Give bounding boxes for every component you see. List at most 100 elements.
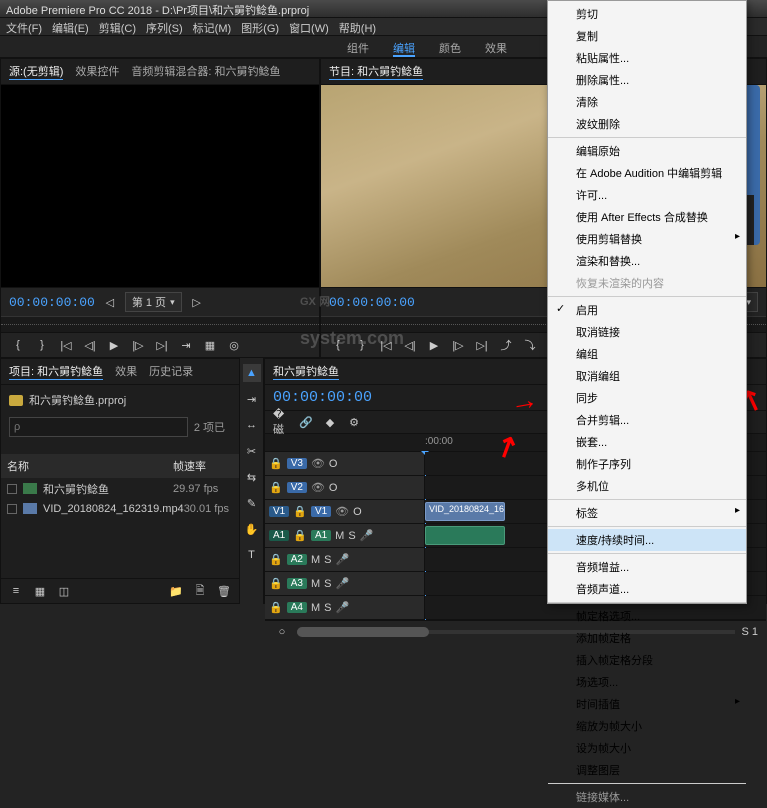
context-menu-item[interactable]: 插入帧定格分段 [548, 649, 746, 671]
mute-button[interactable]: M [311, 578, 320, 590]
context-menu-item[interactable]: 复制 [548, 25, 746, 47]
context-menu-item[interactable]: 波纹删除 [548, 113, 746, 135]
search-input[interactable] [9, 417, 188, 437]
step-back-icon[interactable]: ◁| [81, 337, 99, 353]
page-dropdown[interactable]: 第 1 页 [125, 292, 182, 312]
tab-effect-controls[interactable]: 效果控件 [75, 63, 119, 80]
context-menu-item[interactable]: 取消编组 [548, 365, 746, 387]
mark-in-icon[interactable]: { [329, 337, 347, 353]
program-timecode[interactable]: 00:00:00:00 [329, 295, 415, 310]
context-menu-item[interactable]: 在 Adobe Audition 中编辑剪辑 [548, 162, 746, 184]
context-menu-item[interactable]: 速度/持续时间... [548, 529, 746, 551]
next-page-icon[interactable]: ▷ [188, 294, 206, 310]
context-menu-item[interactable]: 嵌套... [548, 431, 746, 453]
new-bin-icon[interactable]: 📁 [167, 583, 185, 599]
play-icon[interactable]: ▶ [105, 337, 123, 353]
context-menu-item[interactable]: 剪切 [548, 3, 746, 25]
mute-button[interactable]: M [311, 602, 320, 614]
mark-in-icon[interactable]: { [9, 337, 27, 353]
solo-button[interactable]: S [324, 602, 331, 614]
context-menu-item[interactable]: 编辑原始 [548, 140, 746, 162]
lock-icon[interactable]: 🔒 [269, 481, 283, 494]
lock-icon[interactable]: 🔒 [293, 529, 307, 542]
context-menu-item[interactable]: 缩放为帧大小 [548, 715, 746, 737]
zoom-out-icon[interactable]: ○ [273, 624, 291, 640]
tab-audio-mixer[interactable]: 音频剪辑混合器: 和六舅钓鲶鱼 [131, 63, 280, 80]
tab-project[interactable]: 项目: 和六舅钓鲶鱼 [9, 363, 103, 380]
project-row-sequence[interactable]: 和六舅钓鲶鱼 29.97 fps [1, 478, 239, 500]
context-menu-item[interactable]: 同步 [548, 387, 746, 409]
eye-icon[interactable]: 👁 [311, 481, 325, 494]
mic-icon[interactable]: 🎤 [335, 577, 349, 590]
step-fwd-icon[interactable]: |▷ [129, 337, 147, 353]
freeform-view-icon[interactable]: ◫ [55, 583, 73, 599]
step-fwd-icon[interactable]: |▷ [449, 337, 467, 353]
lock-icon[interactable]: 🔒 [269, 457, 283, 470]
menu-marker[interactable]: 标记(M) [193, 20, 232, 33]
tab-history[interactable]: 历史记录 [149, 363, 193, 380]
export-frame-icon[interactable]: ◎ [225, 337, 243, 353]
menu-window[interactable]: 窗口(W) [289, 20, 329, 33]
mark-out-icon[interactable]: } [33, 337, 51, 353]
list-view-icon[interactable]: ≡ [7, 583, 25, 599]
menu-graphics[interactable]: 图形(G) [241, 20, 279, 33]
timeline-timecode[interactable]: 00:00:00:00 [273, 389, 372, 406]
context-menu-item[interactable]: 取消链接 [548, 321, 746, 343]
go-in-icon[interactable]: |◁ [377, 337, 395, 353]
overwrite-icon[interactable]: ▦ [201, 337, 219, 353]
track-label[interactable]: V2 [287, 482, 307, 493]
lock-icon[interactable]: 🔒 [293, 505, 307, 518]
context-menu-item[interactable]: 启用 [548, 299, 746, 321]
track-label[interactable]: V3 [287, 458, 307, 469]
snap-icon[interactable]: �磁 [273, 414, 291, 430]
mute-button[interactable]: M [311, 554, 320, 566]
tab-effects[interactable]: 效果 [115, 363, 137, 380]
video-clip[interactable]: VID_20180824_162 [425, 502, 505, 521]
mic-icon[interactable]: 🎤 [335, 601, 349, 614]
context-menu-item[interactable]: 时间插值 [548, 693, 746, 715]
hand-tool-icon[interactable]: ✋ [243, 520, 261, 538]
context-menu-item[interactable]: 调整图层 [548, 759, 746, 781]
menu-clip[interactable]: 剪辑(C) [99, 20, 136, 33]
context-menu-item[interactable]: 音频增益... [548, 556, 746, 578]
lock-icon[interactable]: 🔒 [269, 577, 283, 590]
context-menu-item[interactable]: 粘贴属性... [548, 47, 746, 69]
source-ruler[interactable] [1, 316, 319, 332]
mic-icon[interactable]: 🎤 [360, 529, 374, 542]
context-menu-item[interactable]: 制作子序列 [548, 453, 746, 475]
context-menu-item[interactable]: 清除 [548, 91, 746, 113]
lock-icon[interactable]: 🔒 [269, 553, 283, 566]
selection-tool-icon[interactable]: ▲ [243, 364, 261, 382]
solo-button[interactable]: S [324, 578, 331, 590]
settings-icon[interactable]: ⚙ [345, 414, 363, 430]
delete-icon[interactable]: 🗑 [215, 583, 233, 599]
context-menu-item[interactable]: 删除属性... [548, 69, 746, 91]
insert-icon[interactable]: ⇥ [177, 337, 195, 353]
context-menu-item[interactable]: 渲染和替换... [548, 250, 746, 272]
icon-view-icon[interactable]: ▦ [31, 583, 49, 599]
context-menu-item[interactable]: 标签 [548, 502, 746, 524]
step-back-icon[interactable]: ◁| [401, 337, 419, 353]
solo-button[interactable]: S [324, 554, 331, 566]
workspace-tab[interactable]: 颜色 [439, 40, 461, 57]
prev-page-icon[interactable]: ◁ [101, 294, 119, 310]
mute-button[interactable]: M [335, 530, 344, 542]
play-icon[interactable]: ▶ [425, 337, 443, 353]
lift-icon[interactable]: ⤴ [497, 337, 515, 353]
context-menu-item[interactable]: 许可... [548, 184, 746, 206]
tab-sequence[interactable]: 和六舅钓鲶鱼 [273, 363, 339, 380]
col-name[interactable]: 名称 [7, 458, 173, 474]
ripple-tool-icon[interactable]: ↔ [243, 416, 261, 434]
source-monitor[interactable] [1, 85, 319, 287]
context-menu-item[interactable]: 使用 After Effects 合成替换 [548, 206, 746, 228]
eye-icon[interactable]: 👁 [335, 505, 349, 518]
context-menu-item[interactable]: 编组 [548, 343, 746, 365]
source-timecode[interactable]: 00:00:00:00 [9, 295, 95, 310]
context-menu-item[interactable]: 多机位 [548, 475, 746, 497]
tab-program[interactable]: 节目: 和六舅钓鲶鱼 [329, 63, 423, 80]
context-menu-item[interactable]: 帧定格选项... [548, 605, 746, 627]
track-label[interactable]: A1 [311, 530, 331, 541]
track-o[interactable]: O [329, 482, 338, 494]
context-menu-item[interactable]: 合并剪辑... [548, 409, 746, 431]
menu-help[interactable]: 帮助(H) [339, 20, 376, 33]
